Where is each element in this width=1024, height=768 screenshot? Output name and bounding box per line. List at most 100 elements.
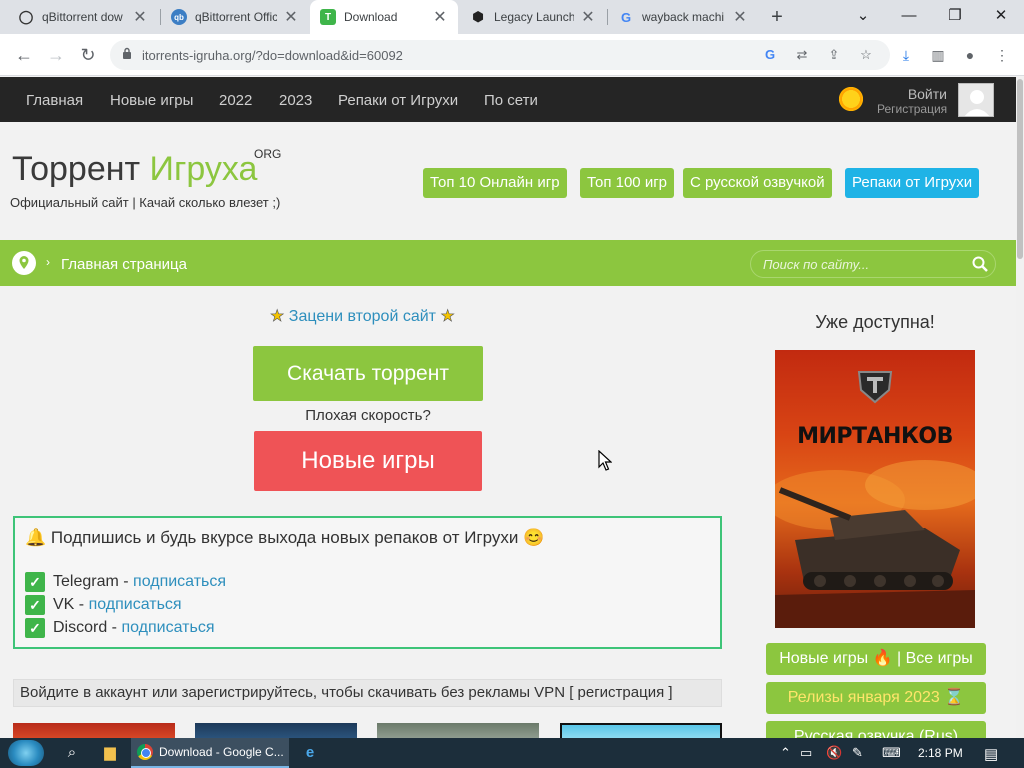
avatar[interactable] bbox=[958, 83, 994, 117]
google-icon: G bbox=[620, 9, 632, 25]
side-new-games-button[interactable]: Новые игры 🔥 | Все игры bbox=[766, 643, 986, 675]
subscribe-telegram-link[interactable]: подписаться bbox=[133, 573, 226, 591]
google-lens-icon[interactable]: G bbox=[762, 47, 778, 63]
search-placeholder: Поиск по сайту... bbox=[763, 257, 870, 272]
repacks-button[interactable]: Репаки от Игрухи bbox=[845, 168, 980, 198]
subscribe-row-vk: ✓ VK - подписаться bbox=[25, 595, 182, 615]
game-thumbnail[interactable] bbox=[560, 723, 722, 738]
tab-title: qBittorrent Offic bbox=[195, 10, 277, 24]
subscribe-row-discord: ✓ Discord - подписаться bbox=[25, 618, 214, 638]
taskbar-chrome-app[interactable]: Download - Google C... bbox=[131, 738, 289, 768]
register-link[interactable]: Регистрация bbox=[877, 102, 947, 116]
nav-item-new-games[interactable]: Новые игры bbox=[110, 92, 193, 109]
new-games-button[interactable]: Новые игры bbox=[254, 431, 482, 491]
poster-title: МИРТАНКОВ bbox=[797, 424, 953, 449]
tab-title: Legacy Launche bbox=[494, 10, 574, 24]
menu-icon[interactable]: ⋮ bbox=[992, 45, 1012, 65]
logo-text-1: Торрент bbox=[12, 150, 150, 188]
taskbar-clock[interactable]: 2:18 PM bbox=[918, 746, 963, 760]
address-bar[interactable]: itorrents-igruha.org/?do=download&id=600… bbox=[110, 40, 890, 70]
nav-item-repacks[interactable]: Репаки от Игрухи bbox=[338, 92, 458, 109]
close-icon[interactable]: ✕ bbox=[132, 7, 148, 27]
show-hidden-icons-icon[interactable]: ⌃ bbox=[780, 745, 791, 761]
site-top-nav: Главная Новые игры 2022 2023 Репаки от И… bbox=[0, 77, 1016, 122]
chrome-icon bbox=[137, 744, 153, 760]
rate-link[interactable]: Зацени второй сайт bbox=[289, 308, 436, 325]
share-icon[interactable]: ⇪ bbox=[826, 47, 842, 63]
side-panel-icon[interactable]: ▥ bbox=[928, 45, 948, 65]
translate-icon[interactable]: ⇄ bbox=[794, 47, 810, 63]
download-icon[interactable]: ⤓ bbox=[896, 45, 916, 65]
qbittorrent-icon: qb bbox=[171, 9, 187, 25]
search-icon[interactable]: ⌕ bbox=[62, 743, 82, 763]
windows-taskbar: ⌕ ▆ Download - Google C... e ⌃ ▭ 🔇 ✎ ⌨ 2… bbox=[0, 738, 1024, 768]
subscribe-name: Telegram - bbox=[53, 573, 134, 590]
slow-speed-link[interactable]: Плохая скорость? bbox=[253, 407, 483, 424]
nav-item-2023[interactable]: 2023 bbox=[279, 92, 312, 109]
pen-icon[interactable]: ✎ bbox=[852, 745, 863, 761]
subscribe-discord-link[interactable]: подписаться bbox=[121, 619, 214, 637]
internet-explorer-icon[interactable]: e bbox=[300, 743, 320, 763]
side-releases-button[interactable]: Релизы января 2023 ⌛ bbox=[766, 682, 986, 714]
subscribe-box: 🔔 Подпишись и будь вкурсе выхода новых р… bbox=[13, 516, 722, 649]
tab-search-icon[interactable]: ⌄ bbox=[840, 0, 886, 34]
nav-item-2022[interactable]: 2022 bbox=[219, 92, 252, 109]
forward-icon[interactable]: → bbox=[44, 43, 68, 67]
browser-tab[interactable]: G wayback machi ✕ bbox=[608, 0, 758, 34]
subscribe-vk-link[interactable]: подписаться bbox=[89, 596, 182, 614]
download-torrent-button[interactable]: Скачать торрент bbox=[253, 346, 483, 401]
lock-icon[interactable] bbox=[122, 47, 132, 60]
game-poster[interactable]: МИРТАНКОВ bbox=[775, 350, 975, 628]
login-link[interactable]: Войти bbox=[900, 86, 947, 102]
search-input[interactable]: Поиск по сайту... bbox=[750, 250, 996, 278]
vpn-notice[interactable]: Войдите в аккаунт или зарегистрируйтесь,… bbox=[13, 679, 722, 707]
location-pin-icon bbox=[12, 251, 36, 275]
close-icon[interactable]: ✕ bbox=[432, 7, 448, 27]
tank-artwork bbox=[775, 371, 975, 628]
nav-item-home[interactable]: Главная bbox=[26, 92, 83, 109]
search-icon[interactable] bbox=[971, 255, 989, 273]
file-explorer-icon[interactable]: ▆ bbox=[100, 743, 120, 763]
back-icon[interactable]: ← bbox=[12, 43, 36, 67]
mouse-cursor-icon bbox=[598, 450, 612, 471]
url-text[interactable]: itorrents-igruha.org/?do=download&id=600… bbox=[142, 48, 403, 63]
bookmark-star-icon[interactable]: ☆ bbox=[858, 47, 874, 63]
restore-icon[interactable]: ❐ bbox=[932, 0, 978, 34]
game-thumbnail[interactable] bbox=[377, 723, 539, 738]
game-thumbnail[interactable] bbox=[13, 723, 175, 738]
volume-muted-icon[interactable]: 🔇 bbox=[826, 745, 842, 761]
top100-button[interactable]: Топ 100 игр bbox=[580, 168, 675, 198]
side-russian-voice-button[interactable]: Русская озвучка (Rus) bbox=[766, 721, 986, 738]
browser-tab[interactable]: ⬢ Legacy Launche ✕ bbox=[460, 0, 606, 34]
theme-sun-icon[interactable] bbox=[837, 85, 865, 113]
subscribe-name: VK - bbox=[53, 596, 89, 613]
browser-tab[interactable]: ◯ qBittorrent dow ✕ bbox=[8, 0, 158, 34]
game-thumbnail[interactable] bbox=[195, 723, 357, 738]
top10-online-button[interactable]: Топ 10 Онлайн игр bbox=[423, 168, 567, 198]
window-close-icon[interactable]: ✕ bbox=[978, 0, 1024, 34]
page-scrollbar[interactable] bbox=[1016, 77, 1024, 738]
site-slogan: Официальный сайт | Качай сколько влезет … bbox=[10, 195, 281, 210]
browser-tab[interactable]: qb qBittorrent Offic ✕ bbox=[161, 0, 309, 34]
rate-second-site: ★ Зацени второй сайт ★ bbox=[270, 306, 455, 326]
nav-item-online[interactable]: По сети bbox=[484, 92, 538, 109]
start-button[interactable] bbox=[8, 740, 44, 766]
taskbar-app-label: Download - Google C... bbox=[159, 745, 284, 759]
scrollbar-thumb[interactable] bbox=[1017, 79, 1023, 259]
network-icon[interactable]: ▭ bbox=[800, 745, 812, 761]
breadcrumb[interactable]: Главная страница bbox=[61, 256, 187, 273]
new-tab-button[interactable]: + bbox=[766, 6, 788, 28]
checkmark-icon: ✓ bbox=[25, 595, 45, 615]
site-logo[interactable]: Торрент Игруха bbox=[12, 150, 257, 189]
avatar-placeholder-icon bbox=[964, 90, 990, 116]
minimize-icon[interactable]: — bbox=[886, 0, 932, 34]
close-icon[interactable]: ✕ bbox=[732, 7, 748, 27]
close-icon[interactable]: ✕ bbox=[283, 7, 299, 27]
keyboard-icon[interactable]: ⌨ bbox=[882, 745, 901, 761]
browser-tab-active[interactable]: T Download ✕ bbox=[310, 0, 458, 34]
close-icon[interactable]: ✕ bbox=[580, 7, 596, 27]
profile-icon[interactable]: ● bbox=[960, 45, 980, 65]
russian-voice-button[interactable]: С русской озвучкой bbox=[683, 168, 832, 198]
reload-icon[interactable]: ↻ bbox=[76, 43, 100, 67]
notifications-icon[interactable]: ▤ bbox=[984, 745, 998, 763]
